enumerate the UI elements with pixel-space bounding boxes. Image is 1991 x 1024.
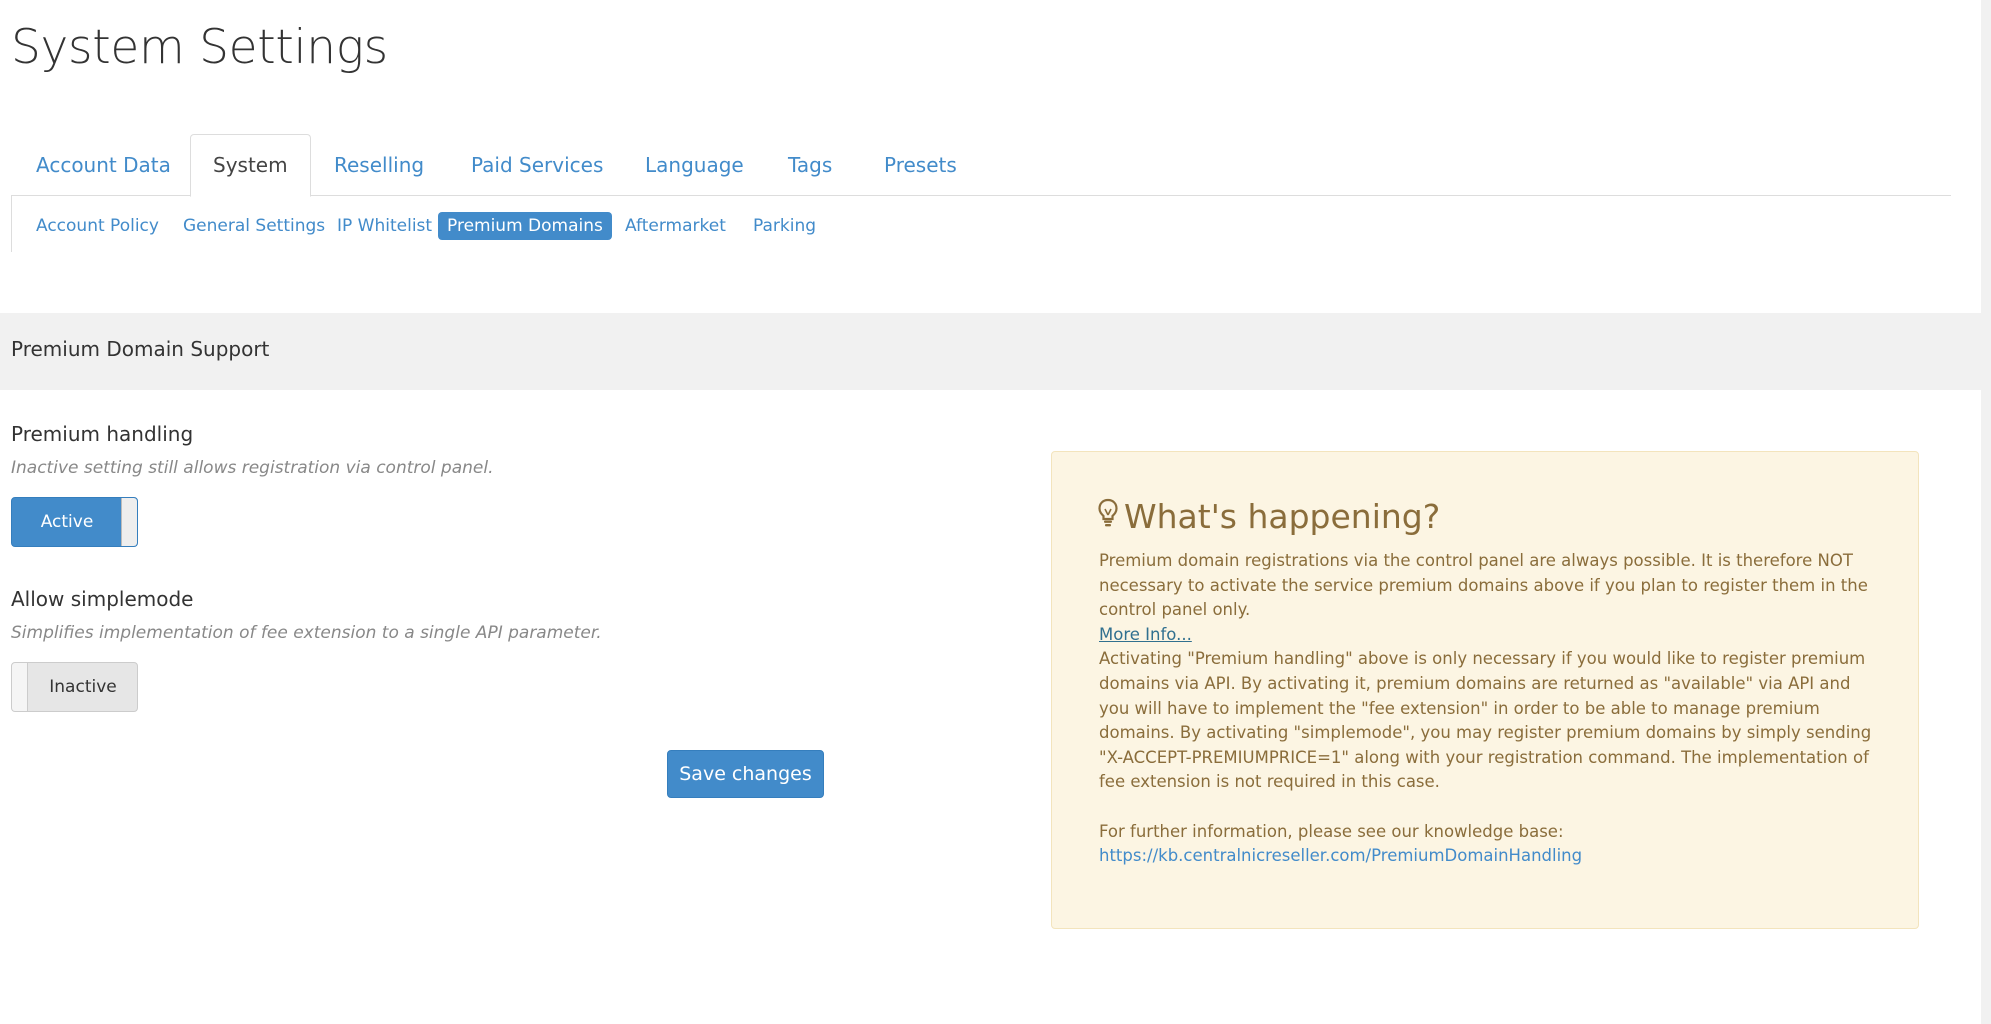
scrollbar[interactable]: [1981, 0, 1991, 1024]
premium-handling-help: Inactive setting still allows registrati…: [11, 458, 494, 478]
section-title: Premium Domain Support: [11, 337, 270, 361]
settings-page: System Settings Account Data System Rese…: [0, 0, 1991, 1024]
tab-language[interactable]: Language: [620, 134, 769, 196]
premium-handling-toggle[interactable]: Active: [11, 497, 138, 547]
simplemode-help: Simplifies implementation of fee extensi…: [11, 623, 602, 643]
tab-reselling[interactable]: Reselling: [309, 134, 449, 196]
tab-presets[interactable]: Presets: [859, 134, 982, 196]
subtab-account-policy[interactable]: Account Policy: [27, 212, 168, 240]
info-paragraph-2: Activating "Premium handling" above is o…: [1099, 649, 1872, 792]
page-title: System Settings: [11, 20, 388, 75]
toggle-knob: [12, 663, 28, 711]
simplemode-label: Allow simplemode: [11, 587, 194, 611]
toggle-knob: [121, 498, 137, 546]
simplemode-state: Inactive: [49, 677, 117, 697]
subtab-parking[interactable]: Parking: [744, 212, 825, 240]
info-box: What's happening? Premium domain registr…: [1051, 451, 1919, 929]
tab-tags[interactable]: Tags: [763, 134, 857, 196]
sub-tabs: Account Policy General Settings IP White…: [11, 196, 911, 252]
subtab-premium-domains[interactable]: Premium Domains: [438, 212, 612, 240]
premium-handling-state: Active: [40, 512, 94, 532]
knowledge-base-link[interactable]: https://kb.centralnicreseller.com/Premiu…: [1099, 846, 1582, 865]
tab-paid-services[interactable]: Paid Services: [446, 134, 628, 196]
lightbulb-icon: [1098, 497, 1118, 536]
main-tabs: Account Data System Reselling Paid Servi…: [11, 134, 1951, 197]
section-header: Premium Domain Support: [0, 313, 1981, 390]
save-changes-button[interactable]: Save changes: [667, 750, 824, 798]
subtab-aftermarket[interactable]: Aftermarket: [616, 212, 735, 240]
tab-account-data[interactable]: Account Data: [11, 134, 196, 196]
info-body: Premium domain registrations via the con…: [1099, 549, 1879, 869]
premium-handling-label: Premium handling: [11, 422, 194, 446]
subtab-general-settings[interactable]: General Settings: [174, 212, 334, 240]
kb-intro: For further information, please see our …: [1099, 821, 1564, 841]
info-heading-text: What's happening?: [1124, 497, 1441, 536]
more-info-link[interactable]: More Info...: [1099, 625, 1192, 644]
info-paragraph-1: Premium domain registrations via the con…: [1099, 551, 1868, 620]
info-heading: What's happening?: [1098, 497, 1440, 536]
tab-system[interactable]: System: [190, 134, 311, 197]
simplemode-toggle[interactable]: Inactive: [11, 662, 138, 712]
subtab-ip-whitelist[interactable]: IP Whitelist: [328, 212, 441, 240]
